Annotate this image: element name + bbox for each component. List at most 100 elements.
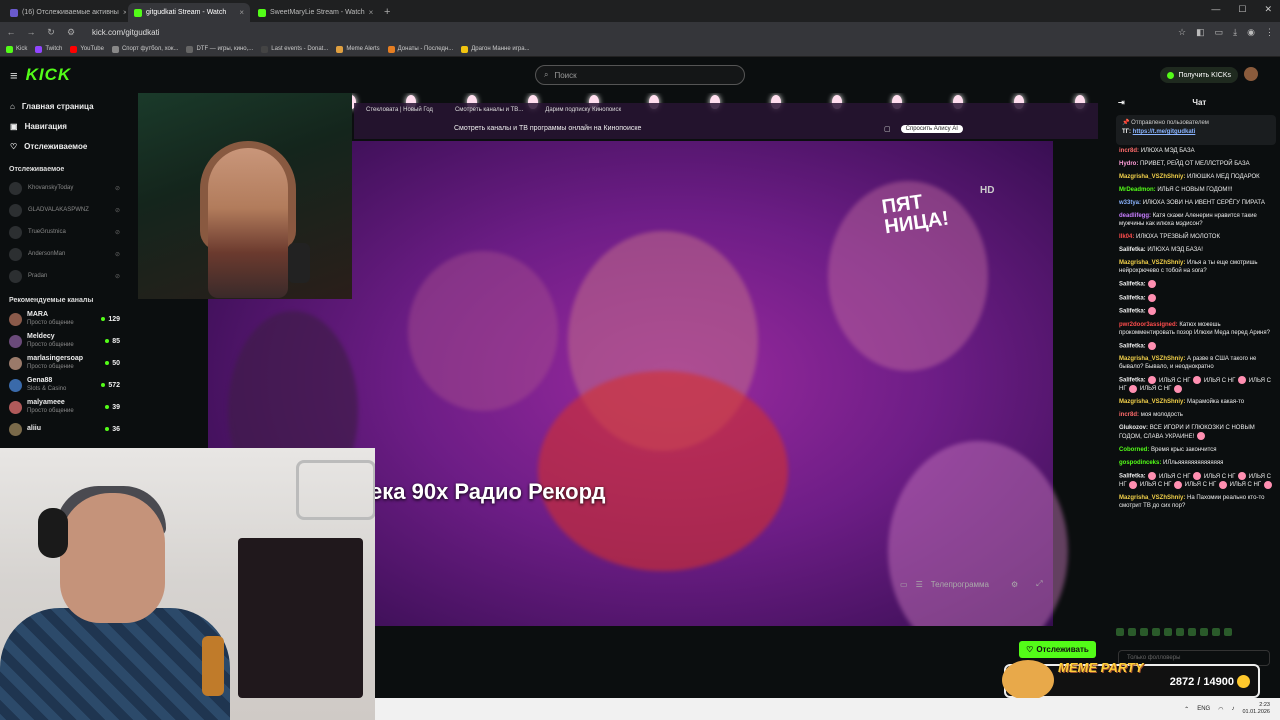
site-info-icon[interactable]: ⚙ [66,27,76,38]
chat-username[interactable]: Salifetka: [1119,247,1146,253]
chat-username[interactable]: Glukozov: [1119,425,1148,431]
bookmark-item[interactable]: Донаты - Последн... [387,45,454,53]
sidebar-nav-item[interactable]: ▣ Навигация [0,116,130,136]
bookmark-favicon-icon [261,45,269,53]
chat-messages: incr8d: ИЛЮХА МЭД БАЗА Hydro: ПРИВЕТ, РЕЙ… [1112,145,1280,615]
fullscreen-icon[interactable]: ⤢ [1036,579,1042,589]
recommended-channel[interactable]: malyameee Просто общение 39 [0,396,130,418]
sidebar-nav-item[interactable]: ♡ Отслеживаемое [0,136,130,156]
chat-username[interactable]: Salifetka: [1119,295,1146,301]
chat-username[interactable]: incr8d: [1119,148,1139,154]
chat-username[interactable]: Salifetka: [1119,474,1146,480]
chat-username[interactable]: Hydro: [1119,161,1138,167]
chat-username[interactable]: Mazgrisha_VSZhShniy: [1119,495,1185,501]
new-tab-button[interactable]: + [376,3,398,22]
chat-username[interactable]: Mazgrisha_VSZhShniy: [1119,260,1185,266]
tab-close-icon[interactable]: × [369,8,374,17]
get-kicks-button[interactable]: Получить KICKs [1160,67,1238,83]
tv-program-label[interactable]: Телепрограмма [931,580,989,589]
bookmark-item[interactable]: Last events - Donat... [261,45,328,53]
collapse-chat-icon[interactable]: ⇥ [1118,98,1125,107]
kick-logo[interactable]: KICK [26,65,72,85]
channel-name: GLADVALAKASPWNZ [28,207,89,213]
tab-close-icon[interactable]: × [239,8,244,17]
chat-message: Salifetka: ИЛЬЯ С НГ ИЛЬЯ С НГ ИЛЬЯ С НГ… [1119,376,1276,393]
chat-username[interactable]: Salifetka: [1119,282,1146,288]
bookmark-item[interactable]: Meme Alerts [336,45,380,53]
chat-username[interactable]: Coborned: [1119,447,1149,453]
browser-tab[interactable]: SweetMaryLie Stream - Watch × [252,3,374,22]
profile-icon[interactable]: ◉ [1247,27,1255,38]
list-icon[interactable]: ☰ [916,580,923,589]
followed-channel[interactable]: AndersonMan ⊘ [0,243,130,265]
close-icon[interactable]: ✕ [1264,4,1272,15]
menu-icon[interactable]: ⋮ [1265,27,1274,38]
download-icon[interactable]: ⤓ [1233,27,1237,38]
chat-username[interactable]: Salifetka: [1119,378,1146,384]
search-placeholder: Поиск [554,70,577,80]
user-avatar[interactable] [1244,67,1258,81]
follow-button[interactable]: ♡ Отслеживать [1019,641,1096,658]
bookmark-label: Донаты - Последн... [397,46,454,52]
ask-alisa-button: Спросить Алису AI [900,125,963,133]
channel-avatar [9,334,22,348]
chat-username[interactable]: gospodinceks: [1119,460,1161,466]
chat-username[interactable]: Salifetka: [1119,343,1146,349]
followed-channel[interactable]: GLADVALAKASPWNZ ⊘ [0,199,130,221]
bookmark-item[interactable]: DTF — игры, кино,... [186,45,253,53]
clock[interactable]: 2:23 01.01.2026 [1242,702,1270,716]
minimize-icon[interactable]: — [1211,4,1220,15]
heart-icon: ♡ [10,141,18,151]
browser-tab[interactable]: gitgudkati Stream - Watch × [128,3,250,22]
bookmark-item[interactable]: Спорт футбол, хок... [111,45,178,53]
subtitles-icon[interactable]: ▭ [900,580,908,589]
bookmark-star-icon[interactable]: ☆ [1178,27,1186,38]
volume-icon[interactable]: ♪ [1231,706,1234,712]
bookmark-item[interactable]: Kick [6,45,27,53]
hamburger-menu-icon[interactable]: ≡ [10,68,18,83]
cast-icon[interactable]: ▭ [1215,27,1224,38]
recommended-channel[interactable]: marlasingersoap Просто общение 50 [0,352,130,374]
chat-username[interactable]: deadlifegg: [1119,213,1151,219]
chat-username[interactable]: w33tya: [1119,200,1141,206]
recommended-channel[interactable]: aliiu 36 [0,418,130,440]
recommended-channel[interactable]: MARA Просто общение 129 [0,308,130,330]
bookmark-item[interactable]: Драгон Манне игра... [461,45,530,53]
tab-label: (16) Отслеживаемые активны [22,9,119,16]
chat-username[interactable]: Mazgrisha_VSZhShniy: [1119,399,1185,405]
sidebar-nav-item[interactable]: ⌂ Главная страница [0,96,130,116]
recommended-channel[interactable]: Gena88 Slots & Casino 572 [0,374,130,396]
followed-channel[interactable]: Pradan ⊘ [0,265,130,287]
followed-channel[interactable]: TrueGrustnica ⊘ [0,221,130,243]
chat-username[interactable]: Ilk04: [1119,234,1134,240]
chat-username[interactable]: Mazgrisha_VSZhShniy: [1119,356,1185,362]
language-indicator[interactable]: ENG [1197,706,1210,712]
bottle [202,636,224,696]
chat-username[interactable]: Salifetka: [1119,309,1146,315]
maximize-icon[interactable]: ☐ [1238,4,1246,15]
forward-icon[interactable]: → [26,27,36,37]
settings-icon[interactable]: ⚙ [1011,580,1018,589]
back-icon[interactable]: ← [6,27,16,37]
recommended-channel[interactable]: Meldecy Просто общение 85 [0,330,130,352]
extensions-icon[interactable]: ◧ [1196,27,1205,38]
channel-category: Просто общение [27,342,74,348]
chat-username[interactable]: pwr2door3assigned: [1119,322,1178,328]
chat-message: incr8d: ИЛЮХА МЭД БАЗА [1119,147,1276,155]
chat-username[interactable]: Mazgrisha_VSZhShniy: [1119,174,1185,180]
wifi-icon[interactable]: ◠ [1218,706,1223,713]
tab-close-icon[interactable]: × [123,8,126,17]
viewer-number: 39 [112,403,120,411]
browser-tab[interactable]: (16) Отслеживаемые активны × [4,3,126,22]
tray-up-icon[interactable]: ⌃ [1184,706,1189,713]
pinned-message: 📌 Отправлено пользователем ТГ: https://t… [1116,115,1276,145]
reload-icon[interactable]: ↻ [46,27,56,38]
url-field[interactable]: kick.com/gitgudkati [92,28,1168,37]
bookmark-item[interactable]: YouTube [70,45,104,53]
pinned-link[interactable]: https://t.me/gitgudkati [1133,129,1196,135]
chat-username[interactable]: MrDeadmon: [1119,187,1156,193]
followed-channel[interactable]: KhovanskyToday ⊘ [0,177,130,199]
bookmark-item[interactable]: Twitch [35,45,62,53]
chat-username[interactable]: incr8d: [1119,412,1139,418]
search-input[interactable]: ⌕ Поиск [535,65,745,85]
